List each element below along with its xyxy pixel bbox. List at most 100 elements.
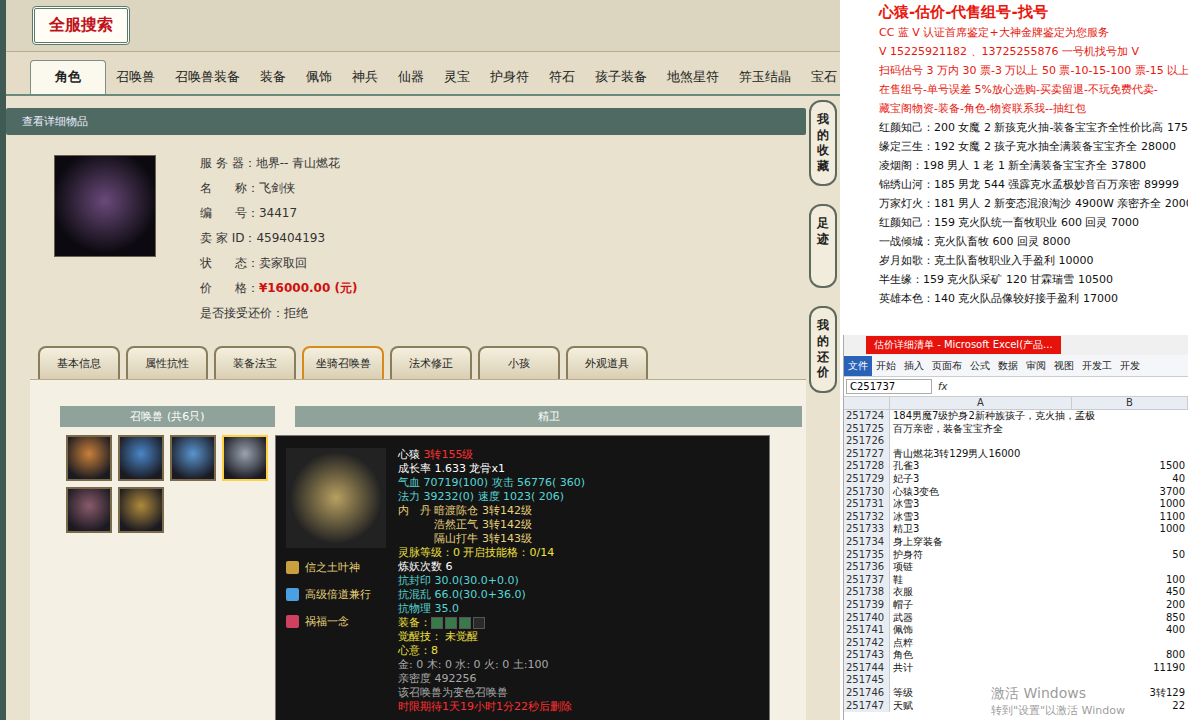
detail-tab[interactable]: 坐骑召唤兽 bbox=[302, 346, 384, 379]
cell[interactable] bbox=[1072, 410, 1188, 423]
cell[interactable]: 天赋 bbox=[890, 700, 1072, 713]
side-button[interactable]: 我的收藏 bbox=[809, 100, 837, 186]
detail-tab[interactable]: 小孩 bbox=[478, 346, 560, 379]
ribbon-tab[interactable]: 公式 bbox=[966, 356, 994, 376]
category-tab[interactable]: 神兵 bbox=[342, 60, 388, 94]
pet-icon[interactable] bbox=[222, 435, 268, 481]
cell[interactable]: 心猿3变色 bbox=[890, 486, 1072, 499]
cell[interactable] bbox=[1072, 423, 1188, 436]
cell[interactable] bbox=[1072, 674, 1188, 687]
cell[interactable]: 184男魔7级护身2新种族孩子，克火抽，孟极 bbox=[890, 410, 1072, 423]
cell[interactable]: 1500 bbox=[1072, 460, 1188, 473]
side-button[interactable]: 足迹 bbox=[809, 204, 837, 288]
cell[interactable]: 武器 bbox=[890, 612, 1072, 625]
cell[interactable] bbox=[890, 674, 1072, 687]
cell[interactable]: 冰雪3 bbox=[890, 511, 1072, 524]
cell[interactable]: 冰雪3 bbox=[890, 498, 1072, 511]
name-box[interactable]: C251737 bbox=[846, 379, 932, 394]
cell[interactable] bbox=[1072, 561, 1188, 574]
category-tab[interactable]: 召唤兽装备 bbox=[165, 60, 250, 94]
cell[interactable]: 22 bbox=[1072, 700, 1188, 713]
cell[interactable]: 衣服 bbox=[890, 586, 1072, 599]
cell[interactable] bbox=[1072, 637, 1188, 650]
cell[interactable]: 等级 bbox=[890, 687, 1072, 700]
cell[interactable]: 项链 bbox=[890, 561, 1072, 574]
cell[interactable]: 青山燃花3转129男人16000 bbox=[890, 448, 1072, 461]
cell[interactable]: 身上穿装备 bbox=[890, 536, 1072, 549]
field-row: 卖 家 ID：459404193 bbox=[200, 230, 357, 247]
cell[interactable]: 共计 bbox=[890, 662, 1072, 675]
cell[interactable]: 角色 bbox=[890, 649, 1072, 662]
category-tab[interactable]: 角色 bbox=[30, 60, 106, 94]
cell[interactable]: 妃子3 bbox=[890, 473, 1072, 486]
category-tab[interactable]: 召唤兽 bbox=[106, 60, 165, 94]
search-title[interactable]: 全服搜索 bbox=[32, 6, 130, 45]
field-label: 服 务 器： bbox=[200, 155, 256, 172]
cell[interactable]: 1100 bbox=[1072, 511, 1188, 524]
cell[interactable]: 400 bbox=[1072, 624, 1188, 637]
pet-icon[interactable] bbox=[118, 487, 164, 533]
cell[interactable]: 精卫3 bbox=[890, 523, 1072, 536]
right-pane: 心猿-估价-代售组号-找号CC 蓝 V 认证首席鉴定+大神金牌鉴定为您服务V 1… bbox=[843, 0, 1188, 720]
cell[interactable]: 护身符 bbox=[890, 549, 1072, 562]
ribbon-tab[interactable]: 开始 bbox=[872, 356, 900, 376]
category-tab[interactable]: 笄玉结晶 bbox=[729, 60, 801, 94]
detail-tab[interactable]: 基本信息 bbox=[38, 346, 120, 379]
cell[interactable] bbox=[1072, 448, 1188, 461]
ribbon-tab[interactable]: 审阅 bbox=[1022, 356, 1050, 376]
cell[interactable]: 孔雀3 bbox=[890, 460, 1072, 473]
cell[interactable]: 50 bbox=[1072, 549, 1188, 562]
side-button[interactable]: 我的还价 bbox=[809, 306, 837, 392]
cell[interactable]: 3700 bbox=[1072, 486, 1188, 499]
ribbon-tab[interactable]: 开发 bbox=[1116, 356, 1144, 376]
cell[interactable]: 11190 bbox=[1072, 662, 1188, 675]
cell[interactable]: 点粹 bbox=[890, 637, 1072, 650]
cell[interactable]: 鞋 bbox=[890, 574, 1072, 587]
ribbon-tab[interactable]: 数据 bbox=[994, 356, 1022, 376]
column-header[interactable]: B bbox=[1072, 397, 1188, 410]
category-tab[interactable]: 地煞星符 bbox=[657, 60, 729, 94]
cell[interactable]: 200 bbox=[1072, 599, 1188, 612]
detail-tab[interactable]: 法术修正 bbox=[390, 346, 472, 379]
cell[interactable]: 850 bbox=[1072, 612, 1188, 625]
row-number: 251730 bbox=[844, 486, 890, 499]
pet-icon[interactable] bbox=[170, 435, 216, 481]
pet-icon[interactable] bbox=[66, 487, 112, 533]
row-number: 251729 bbox=[844, 473, 890, 486]
cell[interactable]: 3转129 bbox=[1072, 687, 1188, 700]
category-tab[interactable]: 装备 bbox=[250, 60, 296, 94]
ribbon-tab[interactable]: 页面布 bbox=[928, 356, 966, 376]
detail-tab[interactable]: 属性抗性 bbox=[126, 346, 208, 379]
category-tab[interactable]: 佩饰 bbox=[296, 60, 342, 94]
cell[interactable]: 450 bbox=[1072, 586, 1188, 599]
category-tab[interactable]: 符石 bbox=[539, 60, 585, 94]
cell[interactable] bbox=[890, 435, 1072, 448]
ribbon-tab[interactable]: 文件 bbox=[844, 356, 872, 376]
header-strip: 全服搜索 bbox=[6, 0, 840, 52]
cell[interactable]: 1000 bbox=[1072, 498, 1188, 511]
field-label: 是否接受还价： bbox=[200, 305, 284, 322]
cell[interactable]: 1000 bbox=[1072, 523, 1188, 536]
cell[interactable]: 帽子 bbox=[890, 599, 1072, 612]
ribbon-tab[interactable]: 插入 bbox=[900, 356, 928, 376]
column-header[interactable]: A bbox=[890, 397, 1072, 410]
cell[interactable] bbox=[1072, 435, 1188, 448]
category-tab[interactable]: 宝石 bbox=[801, 60, 840, 94]
cell[interactable]: 800 bbox=[1072, 649, 1188, 662]
cell[interactable]: 40 bbox=[1072, 473, 1188, 486]
detail-tab[interactable]: 外观道具 bbox=[566, 346, 648, 379]
cell[interactable]: 百万亲密，装备宝宝齐全 bbox=[890, 423, 1072, 436]
category-tab[interactable]: 孩子装备 bbox=[585, 60, 657, 94]
pet-icon[interactable] bbox=[118, 435, 164, 481]
category-tab[interactable]: 护身符 bbox=[480, 60, 539, 94]
cell[interactable] bbox=[1072, 536, 1188, 549]
category-tab[interactable]: 仙器 bbox=[388, 60, 434, 94]
detail-tab[interactable]: 装备法宝 bbox=[214, 346, 296, 379]
cell[interactable]: 佩饰 bbox=[890, 624, 1072, 637]
cell[interactable]: 100 bbox=[1072, 574, 1188, 587]
pet-icon[interactable] bbox=[66, 435, 112, 481]
ribbon-tab[interactable]: 开发工 bbox=[1078, 356, 1116, 376]
ribbon-tab[interactable]: 视图 bbox=[1050, 356, 1078, 376]
category-tab[interactable]: 灵宝 bbox=[434, 60, 480, 94]
ad-line: 半生缘：159 克火队采矿 120 甘霖瑞雪 10500 bbox=[879, 271, 1188, 288]
